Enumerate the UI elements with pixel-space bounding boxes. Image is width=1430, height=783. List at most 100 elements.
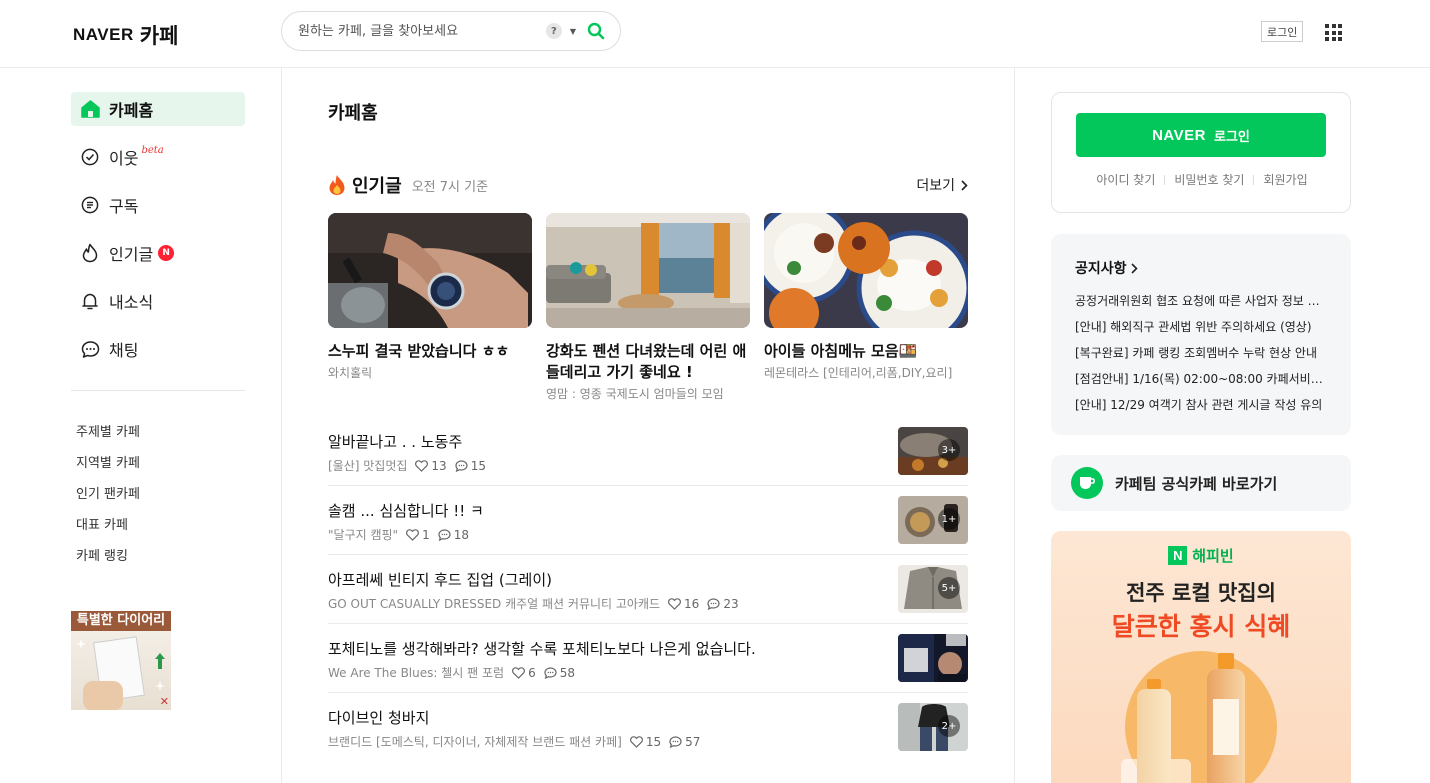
arrow-up-icon <box>155 653 165 669</box>
logo-naver-text: NAVER <box>73 25 134 44</box>
comment-count-value: 23 <box>723 596 739 611</box>
heart-icon <box>512 666 526 679</box>
bottle-shape <box>1207 653 1245 783</box>
notice-item[interactable]: [점검안내] 1/16(목) 02:00~08:00 카페서비스 점검 <box>1075 370 1327 396</box>
notice-box: 공지사항 공정거래위원회 협조 요청에 따른 사업자 정보 공개 안내 [안내]… <box>1051 234 1351 435</box>
heart-icon <box>668 597 682 610</box>
like-count-value: 1 <box>422 527 430 542</box>
like-count: 15 <box>629 735 661 749</box>
link-separator <box>1164 174 1166 185</box>
nav-item-cafe-home[interactable]: 카페홈 <box>71 92 245 126</box>
image-count-badge: 5+ <box>938 577 960 599</box>
search-help-icon[interactable]: ? <box>545 23 562 39</box>
popular-section-header: 인기글 오전 7시 기준 더보기 <box>328 172 968 198</box>
search-button[interactable] <box>586 21 606 41</box>
find-password-link[interactable]: 비밀번호 찾기 <box>1174 171 1244 188</box>
popular-card[interactable]: 아이들 아침메뉴 모음🍱 레몬테라스 [인테리어,리폼,DIY,요리] <box>764 213 968 402</box>
comment-icon <box>455 459 468 472</box>
notice-item[interactable]: [안내] 해외직구 관세법 위반 주의하세요 (영상) <box>1075 318 1327 344</box>
comment-count-value: 15 <box>470 458 486 473</box>
list-item[interactable]: 다이브인 청바지 브랜디드 [도메스틱, 디자이너, 자체제작 브랜드 패션 카… <box>328 693 968 762</box>
sub-nav-region-cafe[interactable]: 지역별 카페 <box>76 452 140 483</box>
notice-title: 공지사항 <box>1075 261 1127 277</box>
sub-nav-fan-cafe[interactable]: 인기 팬카페 <box>76 483 140 514</box>
heart-icon <box>629 735 643 748</box>
list-item-thumbnail: 1+ <box>898 496 968 544</box>
nav-item-label: 인기글 <box>109 245 154 264</box>
diary-ad-banner[interactable]: 특별한 다이어리 ✕ <box>71 611 171 710</box>
comment-icon <box>707 597 720 610</box>
happybean-ad-banner[interactable]: N 해피빈 전주 로컬 맛집의 달큰한 홍시 식혜 <box>1051 531 1351 783</box>
header-login-button[interactable]: 로그인 <box>1261 21 1304 42</box>
card-title: 아이들 아침메뉴 모음🍱 <box>764 342 918 360</box>
official-cafe-link[interactable]: 카페팀 공식카페 바로가기 <box>1051 455 1351 511</box>
search-icon <box>587 22 605 40</box>
more-link[interactable]: 더보기 <box>916 175 968 195</box>
list-item-cafe: "달구지 캠핑" <box>328 528 399 542</box>
list-item-cafe: We Are The Blues: 첼시 팬 포럼 <box>328 666 505 680</box>
sub-nav-cafe-ranking[interactable]: 카페 랭킹 <box>76 545 140 576</box>
popular-title: 인기글 <box>352 176 402 197</box>
list-item[interactable]: 아프레쎄 빈티지 후드 집업 (그레이) GO OUT CASUALLY DRE… <box>328 555 968 624</box>
home-icon <box>80 99 100 119</box>
list-item-meta: 브랜디드 [도메스틱, 디자이너, 자체제작 브랜드 패션 카페] 15 57 <box>328 733 700 750</box>
list-item-cafe: GO OUT CASUALLY DRESSED 캐주얼 패션 커뮤니티 고아캐드 <box>328 597 661 611</box>
bell-icon <box>80 291 100 311</box>
nav-item-chat[interactable]: 채팅 <box>71 332 245 366</box>
heart-icon <box>406 528 420 541</box>
notice-title-link[interactable]: 공지사항 <box>1075 258 1327 278</box>
chevron-down-icon[interactable]: ▼ <box>570 27 576 36</box>
sub-nav-topic-cafe[interactable]: 주제별 카페 <box>76 421 140 452</box>
nav-item-popular[interactable]: 인기글 N <box>71 236 245 270</box>
nav-item-label: 이웃 <box>109 149 139 168</box>
list-item-title: 다이브인 청바지 <box>328 709 430 727</box>
app-grid-icon[interactable] <box>1325 24 1342 41</box>
naver-login-button[interactable]: NAVER 로그인 <box>1076 113 1326 157</box>
nav-item-label: 카페홈 <box>109 101 154 120</box>
sub-nav-representative-cafe[interactable]: 대표 카페 <box>76 514 140 545</box>
sub-nav: 주제별 카페 지역별 카페 인기 팬카페 대표 카페 카페 랭킹 <box>76 421 140 576</box>
image-count-badge: 3+ <box>938 439 960 461</box>
subscribe-icon <box>80 195 100 215</box>
list-item-thumbnail: 5+ <box>898 565 968 613</box>
header: NAVER 카페 ? ▼ 로그인 <box>0 0 1430 68</box>
notice-item[interactable]: 공정거래위원회 협조 요청에 따른 사업자 정보 공개 안내 <box>1075 292 1327 318</box>
close-icon[interactable]: ✕ <box>160 695 169 708</box>
chat-icon <box>80 339 100 359</box>
check-circle-icon <box>80 147 100 167</box>
card-thumbnail-breakfast <box>764 213 968 328</box>
heart-icon <box>415 459 429 472</box>
signup-link[interactable]: 회원가입 <box>1263 171 1307 188</box>
list-item[interactable]: 솔캠 ... 심심합니다 !! ㅋ "달구지 캠핑" 1 18 1+ <box>328 486 968 555</box>
list-item-cafe: [울산] 맛집멋집 <box>328 459 408 473</box>
list-item-meta: [울산] 맛집멋집 13 15 <box>328 457 486 474</box>
notice-item[interactable]: [복구완료] 카페 랭킹 조회멤버수 누락 현상 안내 <box>1075 344 1327 370</box>
nav-item-news[interactable]: 내소식 <box>71 284 245 318</box>
official-cafe-label: 카페팀 공식카페 바로가기 <box>1115 474 1278 493</box>
nav-item-subscribe[interactable]: 구독 <box>71 188 245 222</box>
flame-icon <box>80 243 100 263</box>
list-item[interactable]: 알바끝나고 . . 노동주 [울산] 맛집멋집 13 15 3+ <box>328 417 968 486</box>
search-input[interactable] <box>298 23 546 39</box>
list-item[interactable]: 포체티노를 생각해봐라? 생각할 수록 포체티노보다 나은게 없습니다. We … <box>328 624 968 693</box>
link-separator <box>1253 174 1255 185</box>
list-item-title: 아프레쎄 빈티지 후드 집업 (그레이) <box>328 571 552 589</box>
ad-subheadline: 달큰한 홍시 식혜 <box>1111 612 1291 641</box>
fire-emoji-icon <box>329 175 345 195</box>
main-content: 카페홈 인기글 오전 7시 기준 더보기 스누피 결국 받았습니다 ㅎㅎ 와치홀… <box>282 68 1015 783</box>
like-count-value: 13 <box>431 458 447 473</box>
popular-card[interactable]: 스누피 결국 받았습니다 ㅎㅎ 와치홀릭 <box>328 213 532 402</box>
nav-divider <box>71 390 245 391</box>
naver-cafe-logo[interactable]: NAVER 카페 <box>73 20 178 50</box>
login-links: 아이디 찾기 비밀번호 찾기 회원가입 <box>1052 171 1352 188</box>
popular-card[interactable]: 강화도 펜션 다녀왔는데 어린 애들데리고 가기 좋네요 ! 영맘 : 영종 국… <box>546 213 750 402</box>
list-item-meta: GO OUT CASUALLY DRESSED 캐주얼 패션 커뮤니티 고아캐드… <box>328 595 739 612</box>
notice-item[interactable]: [안내] 12/29 여객기 참사 관련 게시글 작성 유의 <box>1075 396 1327 422</box>
card-cafe-name: 레몬테라스 [인테리어,리폼,DIY,요리] <box>764 366 953 380</box>
list-item-title: 포체티노를 생각해봐라? 생각할 수록 포체티노보다 나은게 없습니다. <box>328 640 756 658</box>
search-bar: ? ▼ <box>281 11 621 51</box>
comment-count: 58 <box>544 666 575 680</box>
nav-item-neighbors[interactable]: 이웃 beta <box>71 140 245 174</box>
like-count-value: 16 <box>684 596 700 611</box>
find-id-link[interactable]: 아이디 찾기 <box>1096 171 1155 188</box>
